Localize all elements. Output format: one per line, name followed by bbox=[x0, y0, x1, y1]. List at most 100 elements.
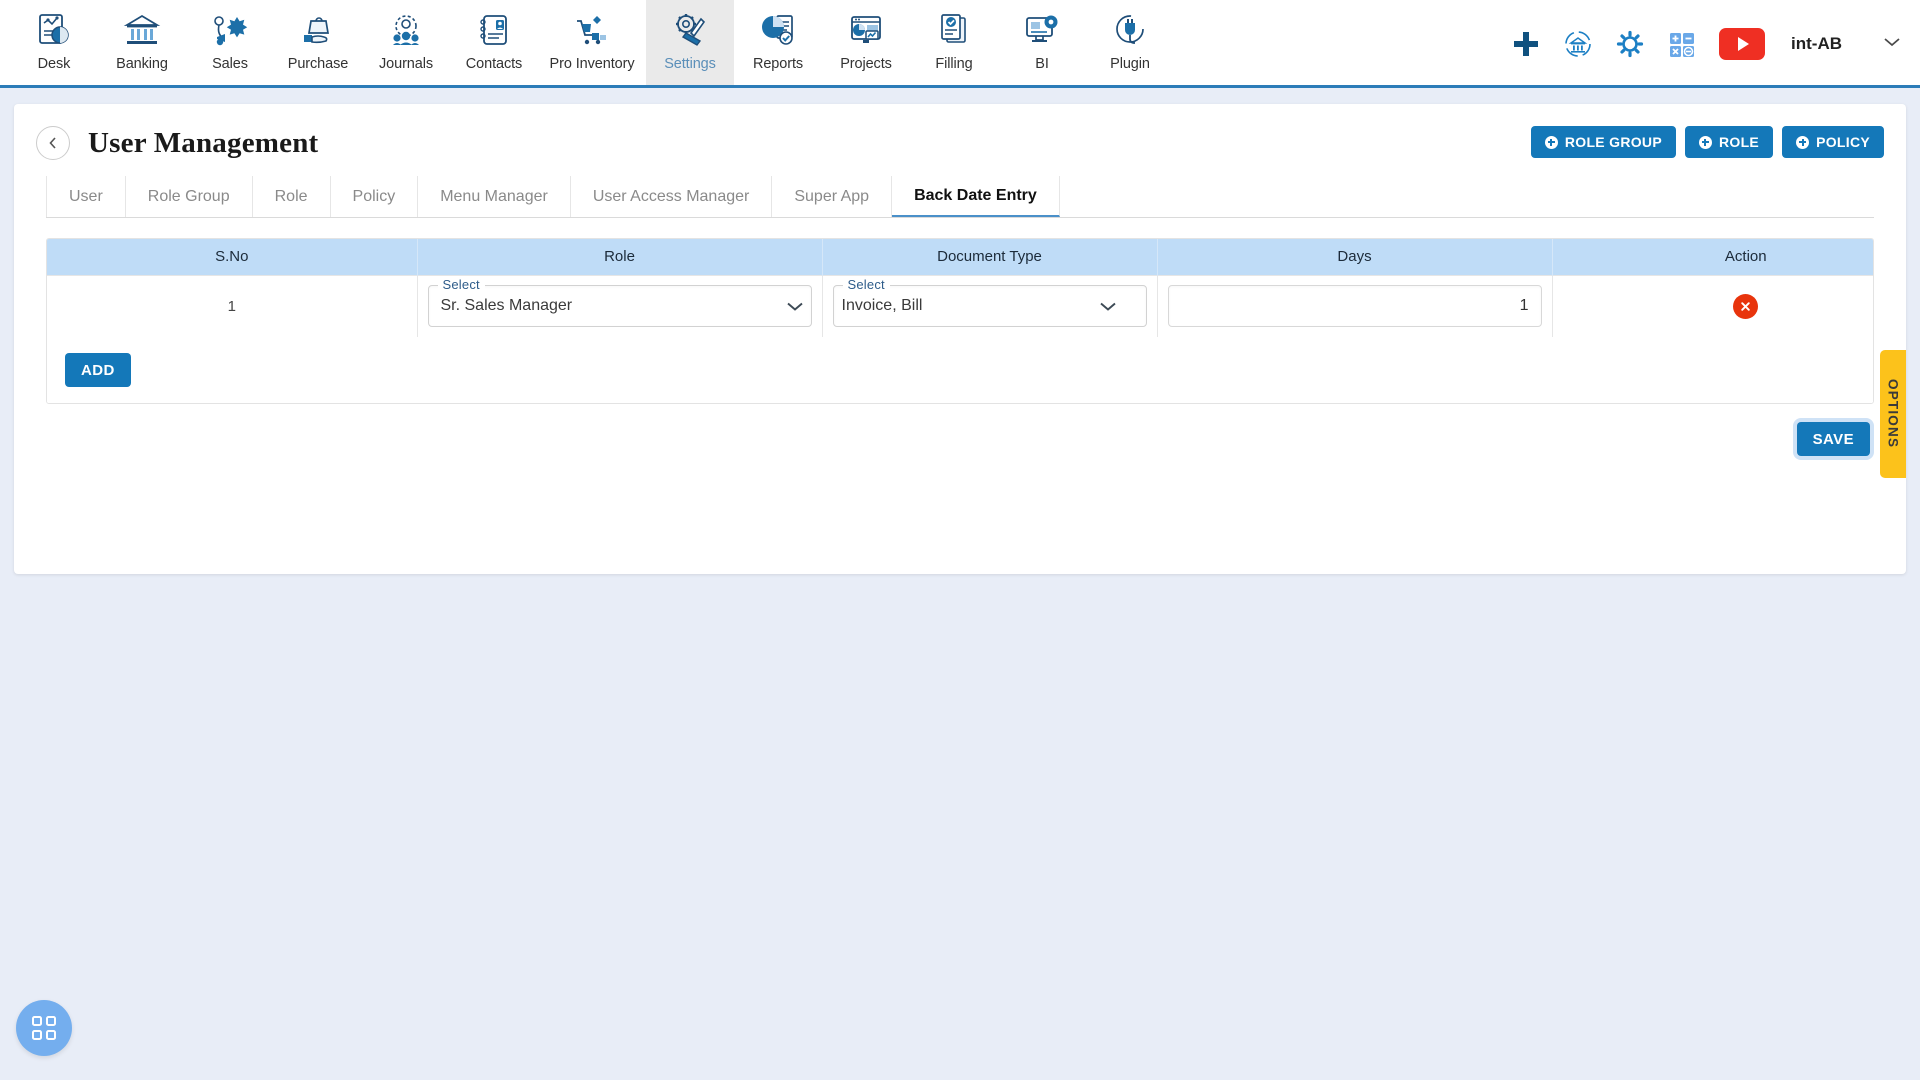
tab-super-app[interactable]: Super App bbox=[772, 176, 893, 217]
role-select-value: Sr. Sales Manager bbox=[440, 297, 573, 315]
tab-label: User bbox=[69, 187, 103, 205]
nav-item-pro-inventory[interactable]: Pro Inventory bbox=[538, 0, 646, 85]
header-action-buttons: ROLE GROUP ROLE POLICY bbox=[1530, 126, 1884, 158]
back-button[interactable] bbox=[36, 126, 70, 160]
tab-label: User Access Manager bbox=[592, 187, 750, 205]
add-button[interactable]: ADD bbox=[65, 353, 131, 387]
chevron-down-icon bbox=[1099, 302, 1116, 311]
tab-role-group[interactable]: Role Group bbox=[125, 176, 253, 217]
nav-item-banking[interactable]: Banking bbox=[98, 0, 186, 85]
column-header-role: Role bbox=[417, 239, 823, 275]
column-header-document-type: Document Type bbox=[822, 239, 1158, 275]
nav-label: Reports bbox=[752, 56, 804, 72]
nav-item-purchase[interactable]: Purchase bbox=[274, 0, 362, 85]
grid-apps-icon bbox=[32, 1016, 56, 1040]
tab-menu-manager[interactable]: Menu Manager bbox=[418, 176, 571, 217]
days-input[interactable] bbox=[1167, 285, 1542, 328]
cell-action bbox=[1552, 274, 1873, 337]
cell-role: Select Sr. Sales Manager bbox=[417, 274, 823, 337]
nav-label: Pro Inventory bbox=[549, 56, 635, 72]
nav-item-desk[interactable]: Desk bbox=[10, 0, 98, 85]
tab-role[interactable]: Role bbox=[252, 176, 331, 217]
gear-icon[interactable] bbox=[1615, 29, 1645, 59]
calculator-icon[interactable] bbox=[1667, 29, 1697, 59]
nav-label: Banking bbox=[116, 56, 168, 72]
tab-label: Menu Manager bbox=[440, 187, 548, 205]
megaphone-burst-icon bbox=[211, 8, 249, 52]
add-row-bar: ADD bbox=[47, 337, 1873, 403]
nav-label: Settings bbox=[664, 56, 716, 72]
add-policy-button[interactable]: POLICY bbox=[1782, 126, 1884, 158]
nav-label: Desk bbox=[37, 56, 71, 72]
nav-item-settings[interactable]: Settings bbox=[646, 0, 734, 85]
nav-label: Contacts bbox=[465, 56, 523, 72]
cart-boxes-icon bbox=[577, 16, 606, 45]
dashboard-window-icon bbox=[851, 16, 881, 43]
cell-document-type: Select Invoice, Bill bbox=[822, 274, 1158, 337]
delete-circle-icon bbox=[1741, 302, 1750, 311]
plus-circle-icon bbox=[1544, 135, 1558, 149]
button-label: ROLE GROUP bbox=[1564, 134, 1662, 150]
role-select[interactable]: Select Sr. Sales Manager bbox=[427, 277, 812, 328]
plus-circle-icon bbox=[1698, 135, 1712, 149]
user-label: int-AB bbox=[1791, 34, 1842, 53]
table-row: 1 Select Sr. Sales Manager Select Invoic… bbox=[47, 274, 1873, 337]
add-role-group-button[interactable]: ROLE GROUP bbox=[1530, 126, 1676, 158]
nav-item-bi[interactable]: BI bbox=[998, 0, 1086, 85]
user-management-card: User Management ROLE GROUP ROLE POLICY U… bbox=[14, 104, 1906, 574]
tab-user[interactable]: User bbox=[46, 176, 126, 217]
bank-building-icon bbox=[123, 8, 161, 52]
nav-item-sales[interactable]: Sales bbox=[186, 0, 274, 85]
save-button[interactable]: SAVE bbox=[1796, 422, 1870, 456]
plus-icon[interactable] bbox=[1511, 29, 1541, 59]
documents-check-icon bbox=[941, 14, 966, 43]
nav-label: Projects bbox=[840, 56, 892, 72]
nav-label: Filling bbox=[935, 56, 973, 72]
delete-row-button[interactable] bbox=[1733, 293, 1759, 319]
cell-days bbox=[1157, 274, 1553, 337]
document-type-select-value: Invoice, Bill bbox=[841, 297, 923, 315]
button-label: POLICY bbox=[1816, 134, 1870, 150]
document-type-select-legend: Select bbox=[842, 277, 890, 293]
page-title: User Management bbox=[88, 126, 319, 159]
nav-label: Journals bbox=[378, 56, 433, 72]
nav-item-filling[interactable]: Filling bbox=[910, 0, 998, 85]
nav-item-reports[interactable]: Reports bbox=[734, 0, 822, 85]
apps-grid-fab[interactable] bbox=[16, 1000, 72, 1056]
options-side-tab[interactable]: OPTIONS bbox=[1880, 350, 1906, 478]
add-role-button[interactable]: ROLE bbox=[1684, 126, 1774, 158]
nav-item-plugin[interactable]: Plugin bbox=[1086, 0, 1174, 85]
page-header: User Management ROLE GROUP ROLE POLICY bbox=[14, 104, 1906, 160]
monitor-gear-icon bbox=[1026, 15, 1058, 42]
pie-report-icon bbox=[762, 15, 793, 45]
youtube-play-icon[interactable] bbox=[1719, 28, 1766, 60]
chevron-down-icon[interactable] bbox=[1882, 35, 1902, 54]
tab-user-access-manager[interactable]: User Access Manager bbox=[570, 176, 773, 217]
tab-label: Super App bbox=[794, 187, 870, 205]
tab-policy[interactable]: Policy bbox=[330, 176, 419, 217]
tab-bar: User Role Group Role Policy Menu Manager… bbox=[46, 176, 1874, 218]
options-tab-label: OPTIONS bbox=[1885, 379, 1901, 449]
tab-label: Role Group bbox=[147, 187, 230, 205]
contact-book-icon bbox=[480, 15, 507, 45]
tab-label: Policy bbox=[352, 187, 396, 205]
document-type-select[interactable]: Select Invoice, Bill bbox=[832, 277, 1147, 328]
bank-refresh-icon[interactable] bbox=[1563, 29, 1593, 59]
nav-item-journals[interactable]: Journals bbox=[362, 0, 450, 85]
column-header-days: Days bbox=[1157, 239, 1553, 275]
column-header-action: Action bbox=[1552, 239, 1873, 275]
tab-back-date-entry[interactable]: Back Date Entry bbox=[892, 176, 1060, 217]
nav-item-projects[interactable]: Projects bbox=[822, 0, 910, 85]
button-label: ROLE bbox=[1718, 134, 1760, 150]
nav-label: Purchase bbox=[287, 56, 349, 72]
top-navigation-bar: Desk Banking Sales Purchase Journals Con… bbox=[0, 0, 1920, 88]
role-select-legend: Select bbox=[437, 277, 485, 293]
save-row: SAVE bbox=[14, 422, 1870, 456]
people-gear-icon bbox=[393, 15, 419, 45]
chevron-left-icon bbox=[49, 137, 56, 149]
nav-label: BI bbox=[1035, 56, 1049, 72]
bag-hand-icon bbox=[299, 8, 337, 52]
desk-chart-icon bbox=[35, 8, 73, 52]
nav-item-contacts[interactable]: Contacts bbox=[450, 0, 538, 85]
table-header-row: S.No Role Document Type Days Action bbox=[47, 239, 1873, 275]
